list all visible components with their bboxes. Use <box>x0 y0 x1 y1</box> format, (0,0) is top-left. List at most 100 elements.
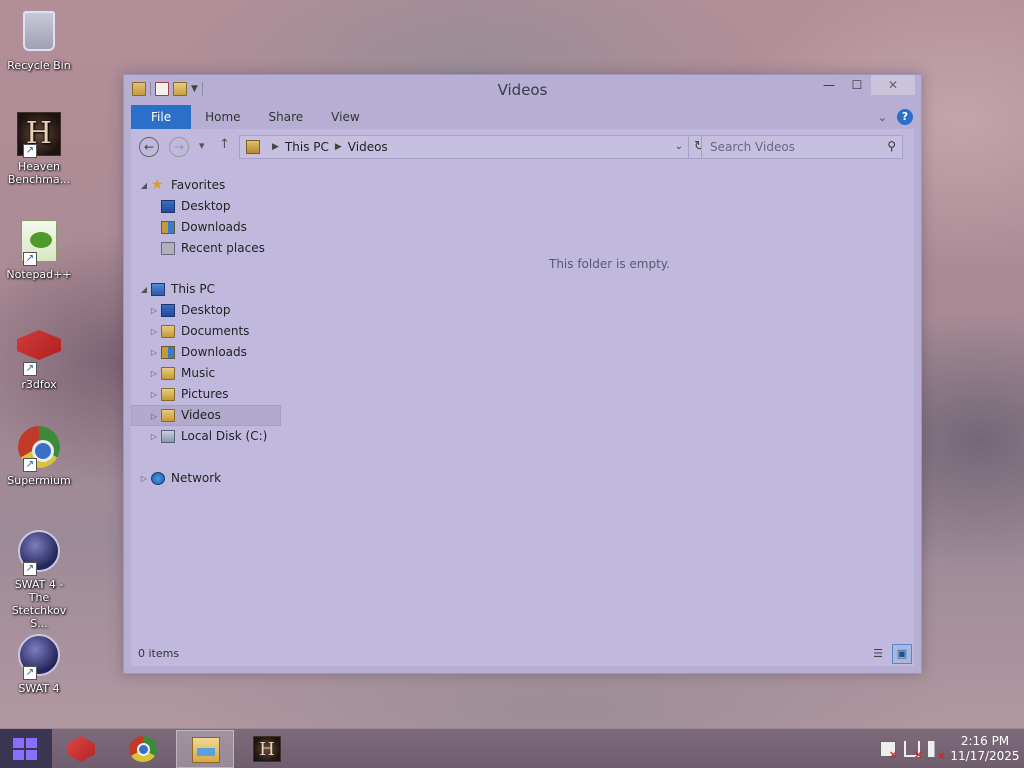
close-button[interactable]: ✕ <box>871 75 915 95</box>
tree-label: Network <box>171 471 222 485</box>
breadcrumb-videos[interactable]: Videos <box>348 140 388 154</box>
details-view-icon[interactable]: ☰ <box>868 644 888 664</box>
status-bar: 0 items ☰ ▣ <box>131 642 914 666</box>
expand-ribbon-icon[interactable]: ⌄ <box>878 111 887 124</box>
supermium-icon: ↗ <box>16 426 62 472</box>
expand-icon[interactable]: ▷ <box>149 406 159 427</box>
help-icon[interactable]: ? <box>897 109 913 125</box>
desktop-icon-label: Recycle Bin <box>7 59 71 72</box>
large-icons-view-icon[interactable]: ▣ <box>892 644 912 664</box>
heaven-benchmark-icon: H <box>253 736 281 762</box>
tree-item-pc-desktop[interactable]: ▷ Desktop <box>131 300 291 321</box>
desktop-icon-recycle-bin[interactable]: Recycle Bin <box>4 8 74 72</box>
desktop-icon-label: r3dfox <box>21 378 57 391</box>
address-bar[interactable]: ▶ This PC ▶ Videos ⌄ <box>239 135 689 159</box>
taskbar-item-supermium[interactable] <box>114 730 172 768</box>
tree-item-favorites-downloads[interactable]: Downloads <box>131 217 291 238</box>
heaven-benchmark-icon: H ↗ <box>16 112 62 158</box>
collapse-icon[interactable]: ◢ <box>139 279 149 300</box>
expand-icon[interactable]: ▷ <box>149 426 159 447</box>
tree-label: Local Disk (C:) <box>181 429 268 443</box>
tree-label: Documents <box>181 324 250 338</box>
search-box: ⚲ <box>701 135 903 159</box>
ribbon-tabs: File Home Share View ⌄ ? <box>124 105 921 129</box>
tree-label: Desktop <box>181 199 231 213</box>
clock-time: 2:16 PM <box>960 734 1010 748</box>
action-center-flag-icon[interactable] <box>880 741 898 761</box>
up-button[interactable]: ↑ <box>219 137 230 152</box>
tree-item-favorites[interactable]: ◢ ★ Favorites <box>131 175 291 196</box>
tree-item-network[interactable]: ▷ Network <box>131 468 291 489</box>
collapse-icon[interactable]: ◢ <box>139 175 149 196</box>
notepad-plus-plus-icon: ↗ <box>16 220 62 266</box>
tree-item-favorites-desktop[interactable]: Desktop <box>131 196 291 217</box>
navigation-bar: ← → ▾ ↑ ▶ This PC ▶ Videos ⌄ ↻ ⚲ <box>131 129 914 165</box>
expand-icon[interactable]: ▷ <box>139 468 149 489</box>
videos-folder-icon <box>246 140 260 154</box>
taskbar-item-file-explorer[interactable] <box>176 730 234 768</box>
shortcut-arrow-icon: ↗ <box>23 252 37 266</box>
clock[interactable]: 2:16 PM 11/17/2025 <box>950 734 1020 764</box>
desktop-icon-notepad-plus-plus[interactable]: ↗ Notepad++ <box>4 218 74 281</box>
clock-date: 11/17/2025 <box>950 749 1020 763</box>
back-button[interactable]: ← <box>139 137 159 157</box>
windows-logo-icon <box>13 738 37 760</box>
desktop-icon-swat4-expansion[interactable]: ↗ SWAT 4 - The Stetchkov S... <box>4 528 74 630</box>
tree-label: Downloads <box>181 345 247 359</box>
desktop-icon-label: SWAT 4 <box>18 682 60 695</box>
expand-icon[interactable]: ▷ <box>149 300 159 321</box>
desktop-icon-swat4[interactable]: ↗ SWAT 4 <box>4 632 74 695</box>
downloads-folder-icon <box>161 221 175 234</box>
downloads-folder-icon <box>161 346 175 359</box>
videos-folder-icon <box>161 409 175 422</box>
desktop-icon-supermium[interactable]: ↗ Supermium <box>4 424 74 487</box>
expand-icon[interactable]: ▷ <box>149 384 159 405</box>
tree-label: This PC <box>171 282 215 296</box>
tree-item-pc-pictures[interactable]: ▷ Pictures <box>131 384 291 405</box>
expand-icon[interactable]: ▷ <box>149 363 159 384</box>
recycle-bin-icon <box>16 11 62 57</box>
breadcrumb-separator-icon[interactable]: ▶ <box>335 142 342 152</box>
expand-icon[interactable]: ▷ <box>149 321 159 342</box>
tree-item-recent-places[interactable]: Recent places <box>131 238 291 259</box>
navigation-pane: ◢ ★ Favorites Desktop Downloads Recent p… <box>131 175 291 489</box>
expand-icon[interactable]: ▷ <box>149 342 159 363</box>
taskbar-item-heaven-benchmark[interactable]: H <box>238 730 296 768</box>
desktop-icon-label: Heaven Benchma... <box>7 160 71 186</box>
maximize-button[interactable]: ☐ <box>843 75 871 95</box>
address-dropdown-icon[interactable]: ⌄ <box>670 136 688 158</box>
breadcrumb-this-pc[interactable]: This PC <box>285 140 329 154</box>
search-icon[interactable]: ⚲ <box>887 139 896 153</box>
r3dfox-icon: ↗ <box>16 330 62 376</box>
network-icon <box>151 472 165 485</box>
title-bar[interactable]: ▼ Videos — ☐ ✕ <box>124 75 921 105</box>
forward-button[interactable]: → <box>169 137 189 157</box>
desktop-icon-r3dfox[interactable]: ↗ r3dfox <box>4 322 74 391</box>
breadcrumb-separator-icon[interactable]: ▶ <box>272 142 279 152</box>
tree-item-local-disk[interactable]: ▷ Local Disk (C:) <box>131 426 291 447</box>
documents-folder-icon <box>161 325 175 338</box>
tree-item-pc-videos[interactable]: ▷ Videos <box>131 405 281 426</box>
tree-item-pc-music[interactable]: ▷ Music <box>131 363 291 384</box>
tree-item-pc-downloads[interactable]: ▷ Downloads <box>131 342 291 363</box>
taskbar: H 2:16 PM 11/17/2025 <box>0 728 1024 768</box>
swat4-icon: ↗ <box>16 634 62 680</box>
recent-locations-icon[interactable]: ▾ <box>199 139 205 152</box>
volume-muted-icon[interactable] <box>928 741 946 762</box>
tab-file[interactable]: File <box>131 105 192 129</box>
taskbar-item-r3dfox[interactable] <box>52 730 110 768</box>
tree-label: Downloads <box>181 220 247 234</box>
minimize-button[interactable]: — <box>815 75 843 95</box>
tab-share[interactable]: Share <box>255 105 318 129</box>
explorer-window: ▼ Videos — ☐ ✕ File Home Share View ⌄ ? … <box>123 74 922 674</box>
shortcut-arrow-icon: ↗ <box>23 562 37 576</box>
tree-item-this-pc[interactable]: ◢ This PC <box>131 279 291 300</box>
tab-home[interactable]: Home <box>191 105 254 129</box>
swat4-expansion-icon: ↗ <box>16 530 62 576</box>
tab-view[interactable]: View <box>317 105 373 129</box>
search-input[interactable] <box>702 136 872 158</box>
start-button[interactable] <box>0 729 52 768</box>
tree-item-pc-documents[interactable]: ▷ Documents <box>131 321 291 342</box>
desktop-icon-heaven-benchmark[interactable]: H ↗ Heaven Benchma... <box>4 112 74 186</box>
network-status-icon[interactable] <box>904 741 923 761</box>
